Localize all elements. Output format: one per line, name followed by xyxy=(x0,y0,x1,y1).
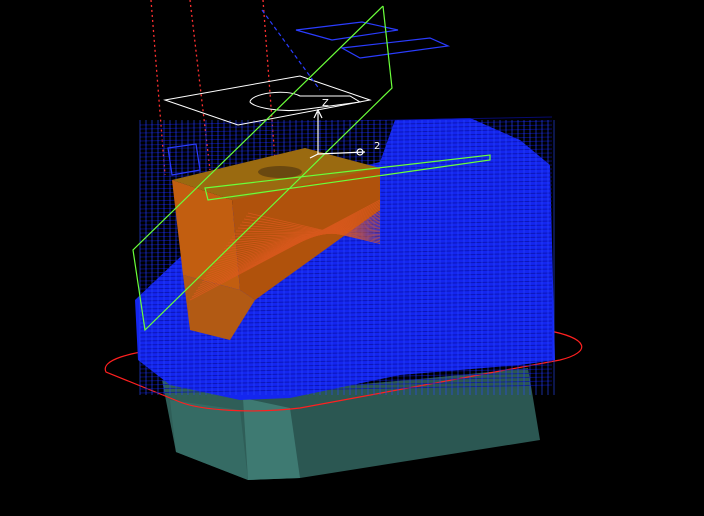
triad-x-label: 2 xyxy=(374,141,380,152)
triad-z-label: Z xyxy=(322,98,329,109)
part-pocket xyxy=(258,166,302,178)
stock-outline xyxy=(163,75,372,126)
toolpath-stripe xyxy=(139,116,553,126)
cam-3d-viewport[interactable]: Z 2 xyxy=(0,0,704,512)
tool-line-3 xyxy=(262,0,276,161)
scene-canvas[interactable]: Z 2 xyxy=(0,0,704,512)
